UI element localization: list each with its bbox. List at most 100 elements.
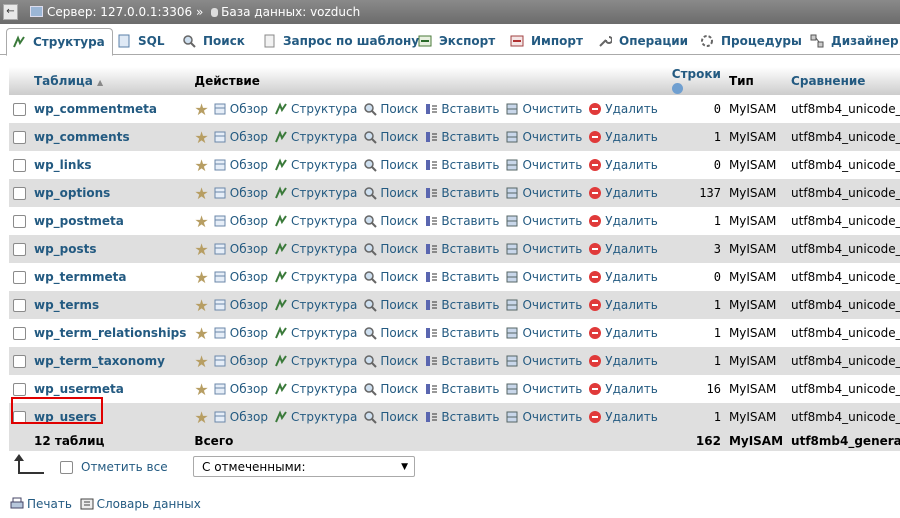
action-insert[interactable]: Вставить xyxy=(424,102,499,116)
action-empty[interactable]: Очистить xyxy=(505,270,582,284)
table-name[interactable]: wp_usermeta xyxy=(34,382,124,396)
star-icon[interactable]: ★ xyxy=(194,296,208,315)
action-drop[interactable]: Удалить xyxy=(588,298,658,312)
action-insert[interactable]: Вставить xyxy=(424,298,499,312)
data-dictionary-link[interactable]: Словарь данных xyxy=(80,497,201,511)
action-insert[interactable]: Вставить xyxy=(424,214,499,228)
star-icon[interactable]: ★ xyxy=(194,100,208,119)
action-structure[interactable]: Структура xyxy=(274,410,357,424)
star-icon[interactable]: ★ xyxy=(194,408,208,427)
star-icon[interactable]: ★ xyxy=(194,324,208,343)
help-icon[interactable] xyxy=(671,83,683,94)
star-icon[interactable]: ★ xyxy=(194,240,208,259)
action-insert[interactable]: Вставить xyxy=(424,130,499,144)
action-search[interactable]: Поиск xyxy=(363,158,418,172)
action-insert[interactable]: Вставить xyxy=(424,354,499,368)
action-structure[interactable]: Структура xyxy=(274,242,357,256)
action-drop[interactable]: Удалить xyxy=(588,186,658,200)
action-empty[interactable]: Очистить xyxy=(505,410,582,424)
action-structure[interactable]: Структура xyxy=(274,354,357,368)
row-checkbox[interactable] xyxy=(13,159,26,172)
action-insert[interactable]: Вставить xyxy=(424,326,499,340)
header-collation[interactable]: Сравнение xyxy=(787,67,900,95)
action-insert[interactable]: Вставить xyxy=(424,382,499,396)
action-empty[interactable]: Очистить xyxy=(505,158,582,172)
row-checkbox[interactable] xyxy=(13,383,26,396)
table-name[interactable]: wp_term_taxonomy xyxy=(34,354,165,368)
table-name[interactable]: wp_postmeta xyxy=(34,214,124,228)
action-search[interactable]: Поиск xyxy=(363,354,418,368)
row-checkbox[interactable] xyxy=(13,327,26,340)
action-empty[interactable]: Очистить xyxy=(505,130,582,144)
action-browse[interactable]: Обзор xyxy=(213,270,268,284)
action-insert[interactable]: Вставить xyxy=(424,158,499,172)
action-structure[interactable]: Структура xyxy=(274,298,357,312)
tab-designer[interactable]: Дизайнер xyxy=(810,28,899,54)
action-empty[interactable]: Очистить xyxy=(505,186,582,200)
star-icon[interactable]: ★ xyxy=(194,156,208,175)
breadcrumb-server[interactable]: Сервер: 127.0.0.1:3306 xyxy=(47,5,192,19)
tab-import[interactable]: Импорт xyxy=(510,28,583,54)
table-name[interactable]: wp_comments xyxy=(34,130,130,144)
action-search[interactable]: Поиск xyxy=(363,242,418,256)
check-all-checkbox[interactable] xyxy=(60,461,73,474)
action-search[interactable]: Поиск xyxy=(363,270,418,284)
action-empty[interactable]: Очистить xyxy=(505,354,582,368)
action-browse[interactable]: Обзор xyxy=(213,214,268,228)
action-drop[interactable]: Удалить xyxy=(588,326,658,340)
action-insert[interactable]: Вставить xyxy=(424,270,499,284)
action-browse[interactable]: Обзор xyxy=(213,382,268,396)
action-empty[interactable]: Очистить xyxy=(505,298,582,312)
tab-routines[interactable]: Процедуры xyxy=(700,28,802,54)
back-arrow-icon[interactable]: ← xyxy=(3,4,18,20)
tab-sql[interactable]: SQL xyxy=(117,28,165,54)
action-drop[interactable]: Удалить xyxy=(588,102,658,116)
action-search[interactable]: Поиск xyxy=(363,130,418,144)
action-structure[interactable]: Структура xyxy=(274,326,357,340)
tab-operations[interactable]: Операции xyxy=(598,28,688,54)
action-structure[interactable]: Структура xyxy=(274,102,357,116)
action-structure[interactable]: Структура xyxy=(274,270,357,284)
table-name[interactable]: wp_termmeta xyxy=(34,270,126,284)
action-insert[interactable]: Вставить xyxy=(424,410,499,424)
action-empty[interactable]: Очистить xyxy=(505,214,582,228)
action-search[interactable]: Поиск xyxy=(363,326,418,340)
star-icon[interactable]: ★ xyxy=(194,268,208,287)
action-drop[interactable]: Удалить xyxy=(588,354,658,368)
action-search[interactable]: Поиск xyxy=(363,410,418,424)
action-drop[interactable]: Удалить xyxy=(588,130,658,144)
check-all[interactable]: Отметить все xyxy=(60,460,168,474)
action-browse[interactable]: Обзор xyxy=(213,186,268,200)
header-table[interactable]: Таблица ▲ xyxy=(30,67,191,95)
table-name[interactable]: wp_commentmeta xyxy=(34,102,157,116)
action-drop[interactable]: Удалить xyxy=(588,382,658,396)
action-drop[interactable]: Удалить xyxy=(588,270,658,284)
action-browse[interactable]: Обзор xyxy=(213,242,268,256)
with-selected-dropdown[interactable]: С отмеченными: ▼ xyxy=(193,456,415,477)
action-insert[interactable]: Вставить xyxy=(424,242,499,256)
row-checkbox[interactable] xyxy=(13,355,26,368)
star-icon[interactable]: ★ xyxy=(194,352,208,371)
action-drop[interactable]: Удалить xyxy=(588,242,658,256)
action-drop[interactable]: Удалить xyxy=(588,214,658,228)
table-name[interactable]: wp_term_relationships xyxy=(34,326,186,340)
table-name[interactable]: wp_posts xyxy=(34,242,97,256)
action-search[interactable]: Поиск xyxy=(363,214,418,228)
action-browse[interactable]: Обзор xyxy=(213,326,268,340)
star-icon[interactable]: ★ xyxy=(194,128,208,147)
table-name[interactable]: wp_options xyxy=(34,186,110,200)
star-icon[interactable]: ★ xyxy=(194,184,208,203)
action-search[interactable]: Поиск xyxy=(363,102,418,116)
header-rows[interactable]: Строки xyxy=(667,67,725,95)
print-link[interactable]: Печать xyxy=(10,497,72,511)
action-structure[interactable]: Структура xyxy=(274,382,357,396)
row-checkbox[interactable] xyxy=(13,271,26,284)
action-search[interactable]: Поиск xyxy=(363,298,418,312)
action-browse[interactable]: Обзор xyxy=(213,410,268,424)
action-empty[interactable]: Очистить xyxy=(505,102,582,116)
action-browse[interactable]: Обзор xyxy=(213,298,268,312)
action-structure[interactable]: Структура xyxy=(274,214,357,228)
tab-export[interactable]: Экспорт xyxy=(418,28,495,54)
action-drop[interactable]: Удалить xyxy=(588,410,658,424)
breadcrumb-database[interactable]: База данных: vozduch xyxy=(221,5,360,19)
